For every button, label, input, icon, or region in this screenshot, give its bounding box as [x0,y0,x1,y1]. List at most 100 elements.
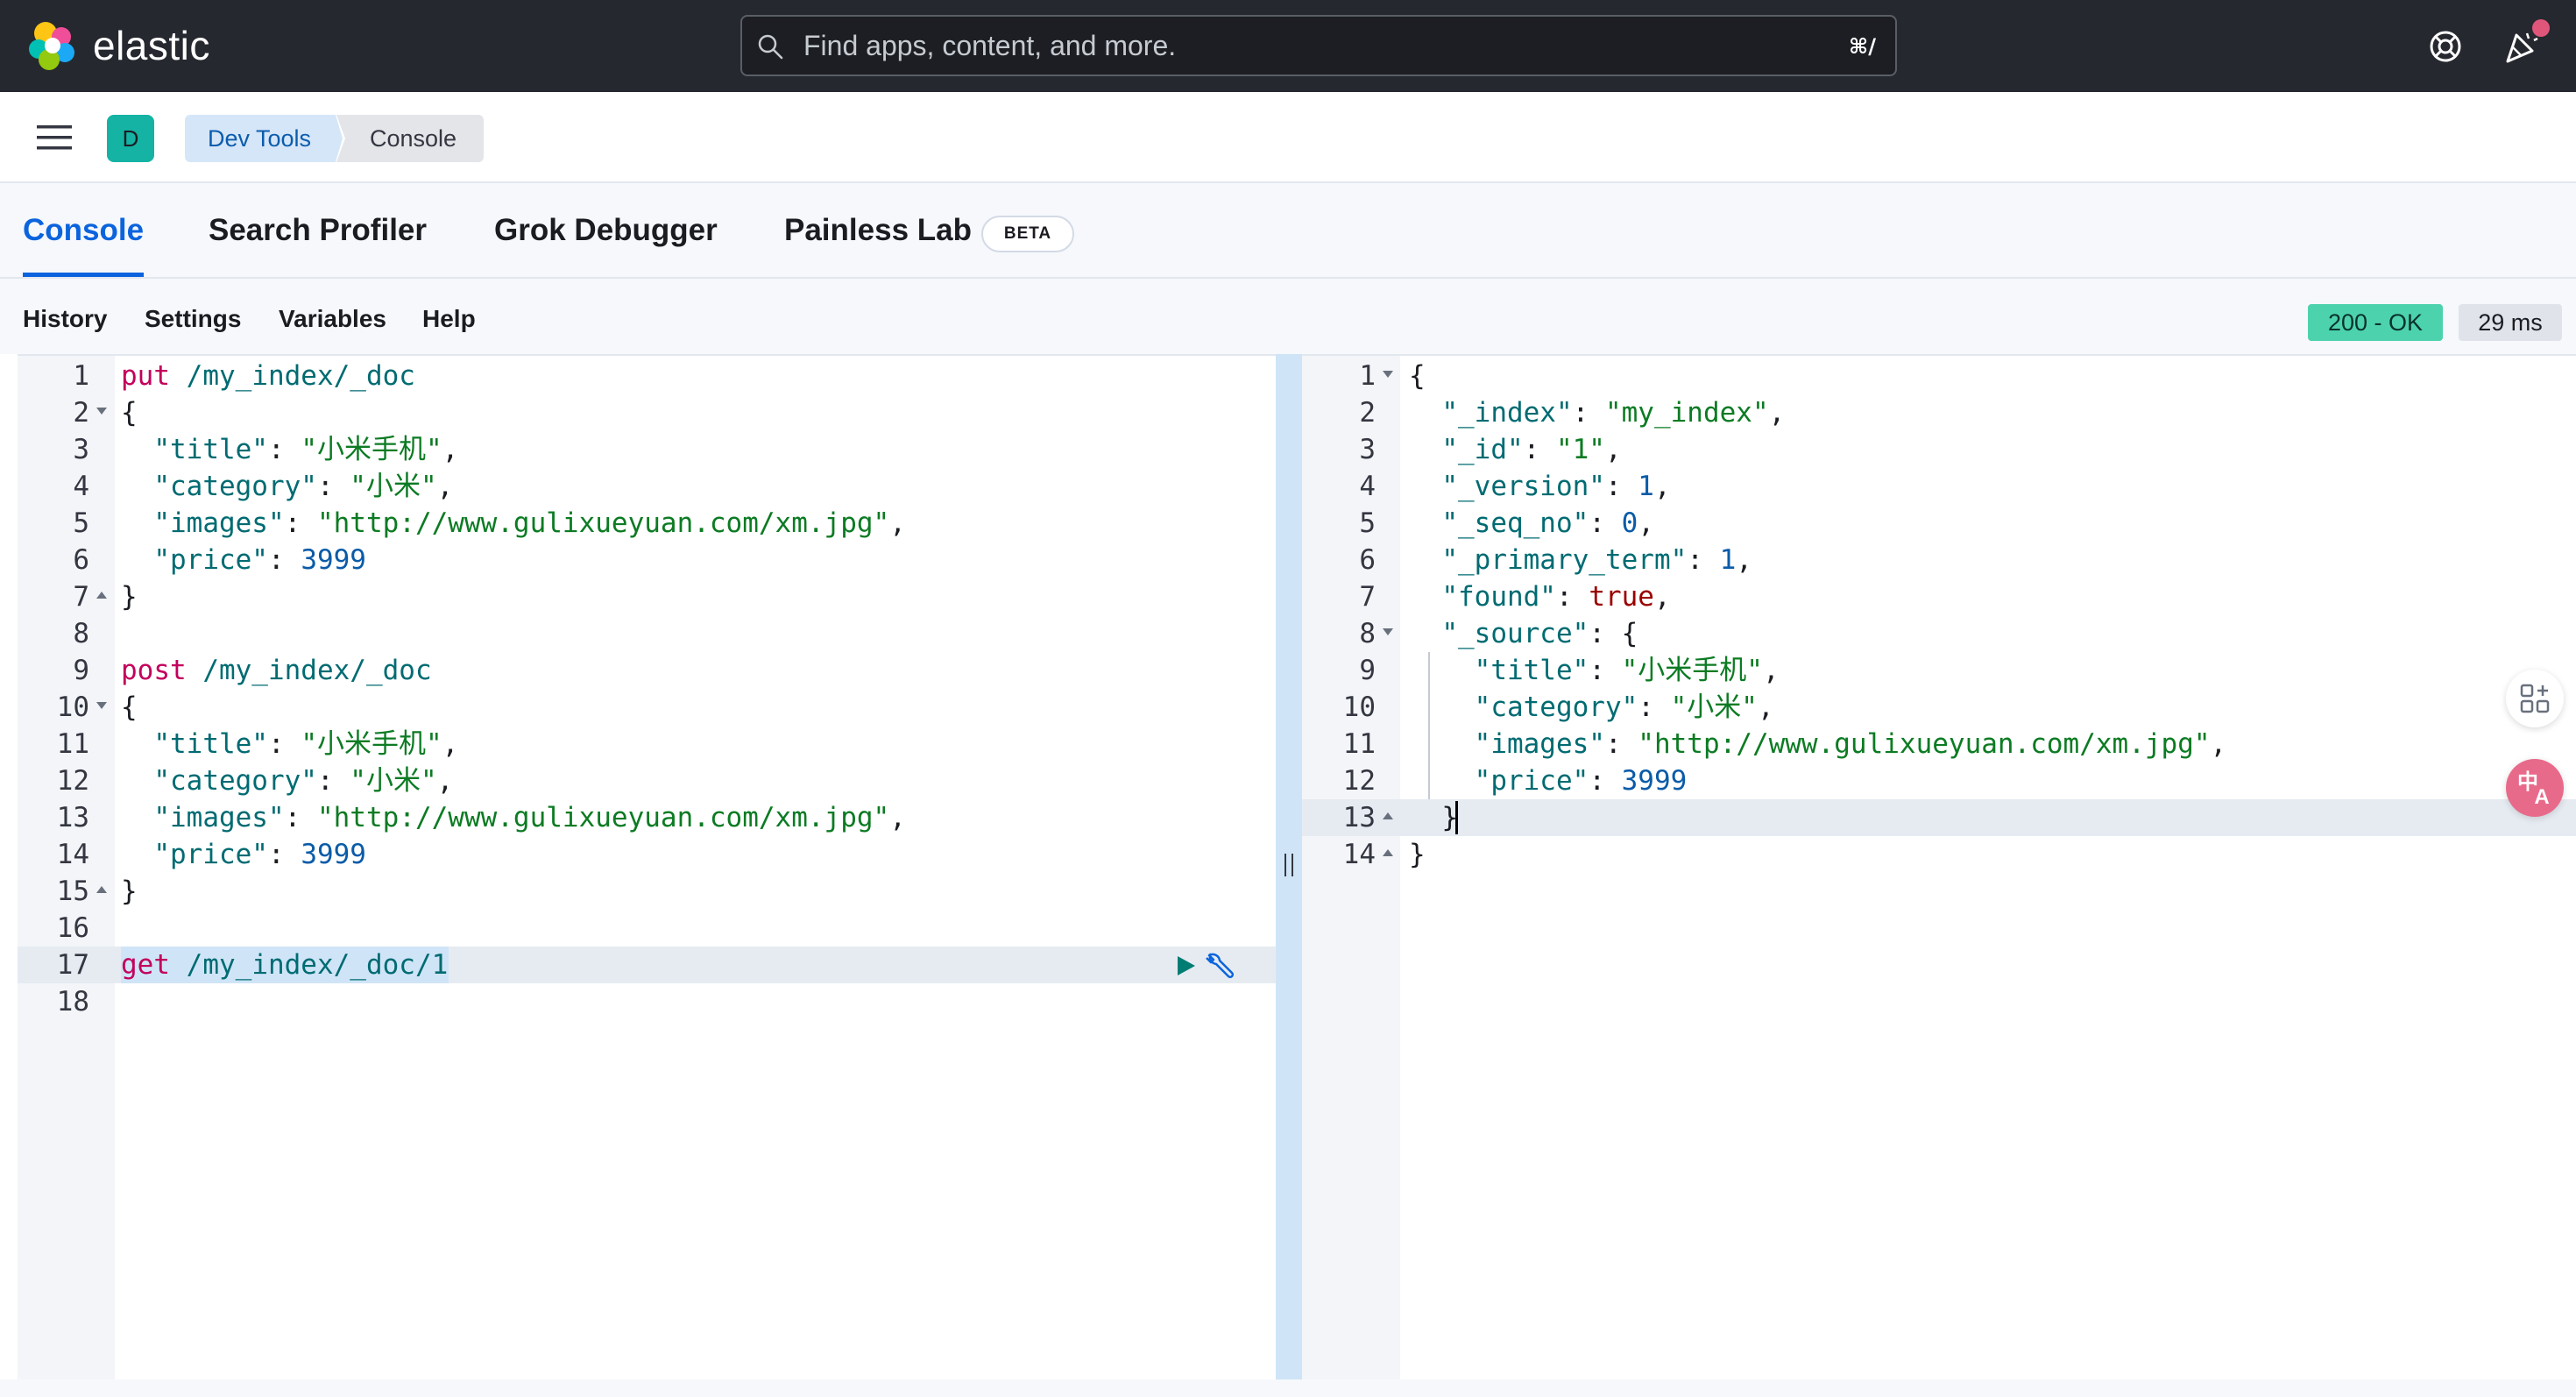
code-token: , [889,802,906,833]
response-line[interactable]: 8 "_source": { [1302,615,2576,652]
global-search[interactable]: ⌘/ [740,15,1897,76]
code-token: "小米" [350,471,437,502]
line-number: 1 [73,360,89,392]
pane-resize-handle[interactable] [1276,354,1302,1379]
response-line[interactable]: 7 "found": true, [1302,578,2576,615]
code-token: true [1589,581,1654,613]
request-line[interactable]: 7} [18,578,1276,615]
request-line[interactable]: 11 "title": "小米手机", [18,726,1276,762]
code-token: } [121,876,138,907]
tab-painless-lab[interactable]: Painless Lab [784,183,972,277]
tab-grok-debugger[interactable]: Grok Debugger [494,183,718,277]
code-token: "price" [121,839,268,870]
response-line[interactable]: 11 "images": "http://www.gulixueyuan.com… [1302,726,2576,762]
request-line[interactable]: 8 [18,615,1276,652]
request-line[interactable]: 9 post /my_index/_doc [18,652,1276,689]
text-cursor [1455,801,1458,834]
brand-name[interactable]: elastic [93,19,210,72]
fold-collapse-icon[interactable] [96,702,107,709]
line-number: 14 [56,839,89,870]
code-text: "_primary_term": 1, [1409,542,1752,578]
code-token: , [1762,655,1780,686]
search-input[interactable] [803,17,1767,74]
code-token: "1" [1555,434,1605,465]
request-line[interactable]: 3 "title": "小米手机", [18,431,1276,468]
tab-console[interactable]: Console [23,183,145,277]
code-token: , [436,765,454,797]
response-editor[interactable]: 1{2 "_index": "my_index", 3 "_id": "1", 4 … [1302,354,2576,1379]
elastic-logo-icon[interactable] [26,19,79,72]
breadcrumb-dev-tools[interactable]: Dev Tools [185,115,343,162]
request-line[interactable]: 13 "images": "http://www.gulixueyuan.com… [18,799,1276,836]
response-line[interactable]: 6 "_primary_term": 1, [1302,542,2576,578]
fold-collapse-icon[interactable] [1383,628,1393,635]
code-text: { [121,394,138,431]
fold-collapse-icon[interactable] [96,408,107,415]
line-number: 2 [1359,397,1376,429]
help-link[interactable]: Help [422,303,476,335]
fold-collapse-icon[interactable] [1383,371,1393,378]
app-grid-float-button[interactable] [2506,670,2564,727]
response-line[interactable]: 1{ [1302,358,2576,394]
request-line[interactable]: 18 [18,983,1276,1020]
settings-link[interactable]: Settings [145,303,241,335]
response-line[interactable]: 3 "_id": "1", [1302,431,2576,468]
request-line[interactable]: 4 "category": "小米", [18,468,1276,505]
code-text: "title": "小米手机", [121,726,458,762]
code-token: 3999 [1621,765,1688,797]
request-line[interactable]: 12 "category": "小米", [18,762,1276,799]
fold-expand-icon[interactable] [1383,849,1393,856]
code-token: : [1589,507,1622,539]
code-token: , [1736,544,1752,576]
response-line[interactable]: 10 "category": "小米", [1302,689,2576,726]
fold-expand-icon[interactable] [1383,812,1393,819]
tab-search-profiler[interactable]: Search Profiler [209,183,427,277]
code-token: , [1757,691,1774,723]
code-token: "title" [121,728,268,760]
response-line[interactable]: 4 "_version": 1, [1302,468,2576,505]
code-token: , [442,728,459,760]
code-token: "http://www.gulixueyuan.com/xm.jpg" [1638,728,2211,760]
request-line[interactable]: 15} [18,873,1276,910]
fold-expand-icon[interactable] [96,886,107,893]
search-icon [758,34,783,60]
code-token: { [121,691,138,723]
wrench-icon[interactable] [1204,950,1235,982]
variables-link[interactable]: Variables [279,303,386,335]
code-text: "_index": "my_index", [1409,394,1785,431]
space-avatar[interactable]: D [107,115,154,162]
translate-float-button[interactable]: 中 A [2506,759,2564,817]
response-line[interactable]: 12 "price": 3999 [1302,762,2576,799]
fold-expand-icon[interactable] [96,592,107,599]
help-lifebuoy-icon[interactable] [2424,25,2467,68]
request-line[interactable]: 1 put /my_index/_doc [18,358,1276,394]
request-editor[interactable]: 1 put /my_index/_doc 2{3 "title": "小米手机", 4… [18,354,1276,1379]
request-line[interactable]: 2{ [18,394,1276,431]
code-token: , [1638,507,1654,539]
request-line[interactable]: 10 { [18,689,1276,726]
response-line[interactable]: 13 } [1302,799,2576,836]
request-line[interactable]: 14 "price": 3999 [18,836,1276,873]
line-number: 3 [73,434,89,465]
request-line[interactable]: 6 "price": 3999 [18,542,1276,578]
code-token: /my_index/_doc [170,360,415,392]
request-line[interactable]: 17 get /my_index/_doc/1 [18,947,1276,983]
history-link[interactable]: History [23,303,107,335]
play-run-icon[interactable] [1172,953,1199,979]
response-time-badge: 29 ms [2459,304,2562,341]
response-line[interactable]: 9 "title": "小米手机", [1302,652,2576,689]
request-line[interactable]: 16 [18,910,1276,947]
code-token: 1 [1719,544,1737,576]
hamburger-menu-icon[interactable] [35,122,74,153]
line-number: 6 [1359,544,1376,576]
response-line[interactable]: 5 "_seq_no": 0, [1302,505,2576,542]
code-token: : [267,434,301,465]
code-text: "_source": { [1409,615,1638,652]
code-token: : [267,544,301,576]
code-token: "title" [1409,655,1589,686]
code-text: } [1409,836,1426,873]
request-line[interactable]: 5 "images": "http://www.gulixueyuan.com/… [18,505,1276,542]
code-text: "images": "http://www.gulixueyuan.com/xm… [121,799,906,836]
response-line[interactable]: 14} [1302,836,2576,873]
response-line[interactable]: 2 "_index": "my_index", [1302,394,2576,431]
